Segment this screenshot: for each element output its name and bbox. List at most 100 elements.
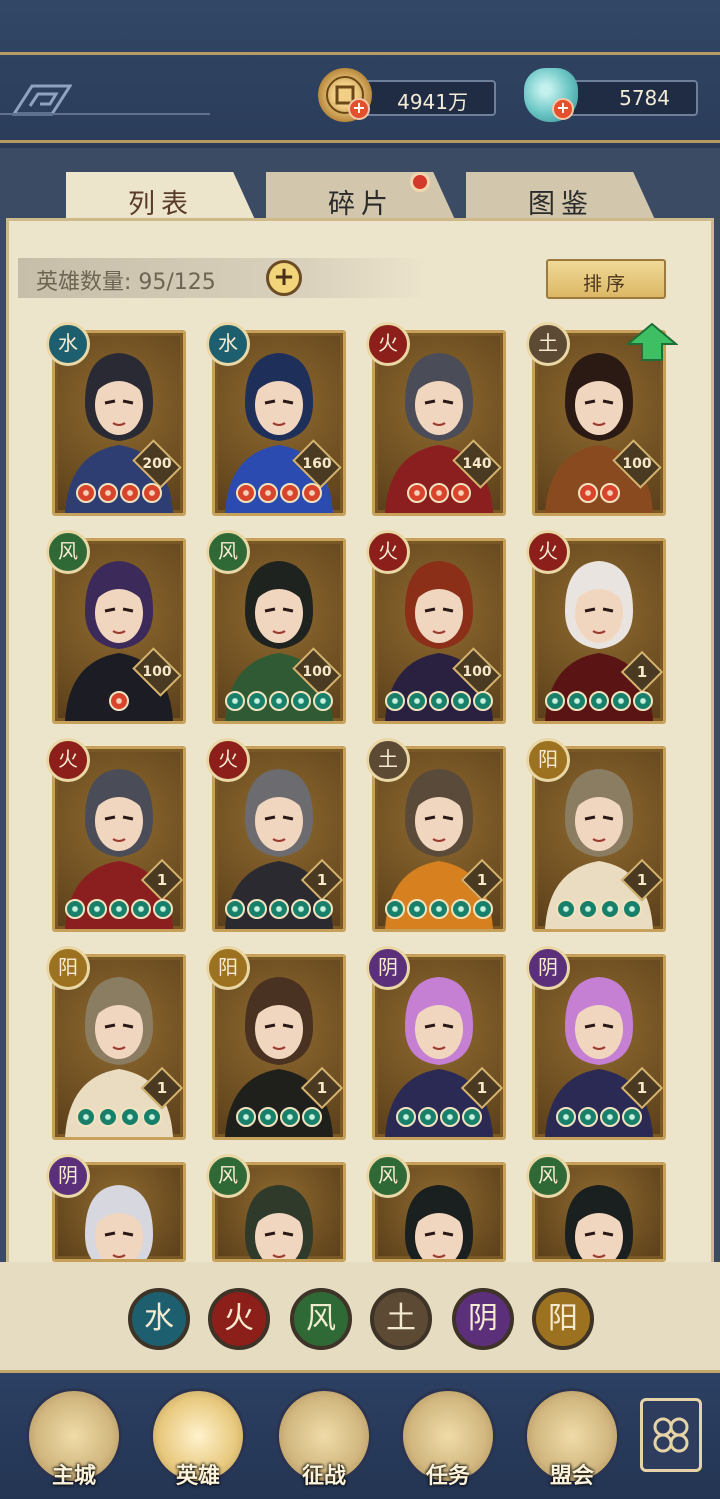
star-icon — [98, 1107, 118, 1127]
element-badge-icon: 火 — [46, 738, 90, 782]
hero-stars — [375, 1107, 503, 1133]
nav-label: 征战 — [301, 1464, 346, 1489]
hero-stars — [215, 691, 343, 717]
star-icon — [225, 691, 245, 711]
tab-list[interactable]: 列表 — [66, 172, 256, 222]
add-coins-button[interactable]: + — [348, 98, 370, 120]
star-icon — [302, 1107, 322, 1127]
element-badge-icon: 风 — [46, 530, 90, 574]
star-icon — [142, 1107, 162, 1127]
element-filter-bar — [0, 1262, 720, 1370]
star-icon — [98, 483, 118, 503]
element-badge-icon: 风 — [526, 1154, 570, 1198]
hero-level: 1 — [636, 1079, 648, 1097]
star-icon — [622, 899, 642, 919]
element-badge-icon: 风 — [366, 1154, 410, 1198]
add-jade-button[interactable]: + — [552, 98, 574, 120]
star-icon — [451, 899, 471, 919]
top-divider-lower — [0, 140, 720, 143]
star-icon — [236, 483, 256, 503]
filter-0-button[interactable]: 水 — [128, 1288, 190, 1350]
filter-3-button[interactable]: 土 — [370, 1288, 432, 1350]
star-icon — [407, 483, 427, 503]
star-icon — [269, 691, 289, 711]
star-icon — [65, 899, 85, 919]
star-icon — [258, 1107, 278, 1127]
hero-stars — [55, 1107, 183, 1133]
hero-level: 1 — [636, 663, 648, 681]
hero-level: 100 — [142, 664, 172, 680]
star-icon — [407, 899, 427, 919]
hero-level: 100 — [462, 664, 492, 680]
hero-level: 200 — [142, 456, 172, 472]
star-icon — [473, 691, 493, 711]
filter-2-button[interactable]: 风 — [290, 1288, 352, 1350]
tab-collection[interactable]: 图鉴 — [466, 172, 656, 222]
menu-grid-icon[interactable] — [640, 1398, 702, 1472]
filter-5-button[interactable]: 阳 — [532, 1288, 594, 1350]
element-badge-icon: 阴 — [46, 1154, 90, 1198]
star-icon — [302, 483, 322, 503]
star-icon — [396, 1107, 416, 1127]
star-icon — [578, 483, 598, 503]
star-icon — [247, 691, 267, 711]
element-badge-icon: 火 — [526, 530, 570, 574]
hero-stars — [535, 483, 663, 509]
hero-level: 100 — [302, 664, 332, 680]
star-icon — [120, 483, 140, 503]
star-icon — [429, 483, 449, 503]
notification-dot — [410, 172, 430, 192]
star-icon — [142, 483, 162, 503]
hero-level: 1 — [476, 871, 488, 889]
filter-4-button[interactable]: 阴 — [452, 1288, 514, 1350]
add-hero-slots-button[interactable]: + — [266, 260, 302, 296]
sort-button[interactable]: 排序 — [546, 259, 666, 299]
star-icon — [545, 691, 565, 711]
star-icon — [556, 899, 576, 919]
star-icon — [418, 1107, 438, 1127]
star-icon — [280, 1107, 300, 1127]
star-icon — [611, 691, 631, 711]
upgrade-arrow-icon — [626, 322, 678, 361]
top-bar: 4941万 + 5784 + — [0, 0, 720, 145]
hero-level: 1 — [316, 1079, 328, 1097]
star-icon — [407, 691, 427, 711]
star-icon — [462, 1107, 482, 1127]
star-icon — [622, 1107, 642, 1127]
logo-line — [0, 113, 210, 115]
star-icon — [120, 1107, 140, 1127]
star-icon — [76, 483, 96, 503]
star-icon — [440, 1107, 460, 1127]
element-badge-icon: 火 — [366, 322, 410, 366]
hero-stars — [375, 691, 503, 717]
star-icon — [600, 483, 620, 503]
hero-level: 1 — [316, 871, 328, 889]
star-icon — [87, 899, 107, 919]
star-icon — [291, 691, 311, 711]
hero-count: 英雄数量: 95/125 — [18, 258, 428, 298]
filter-1-button[interactable]: 火 — [208, 1288, 270, 1350]
star-icon — [578, 1107, 598, 1127]
element-badge-icon: 火 — [206, 738, 250, 782]
element-badge-icon: 阴 — [526, 946, 570, 990]
star-icon — [578, 899, 598, 919]
star-icon — [385, 899, 405, 919]
element-badge-icon: 阳 — [46, 946, 90, 990]
element-badge-icon: 风 — [206, 530, 250, 574]
star-icon — [153, 899, 173, 919]
star-icon — [473, 899, 493, 919]
hero-level: 1 — [156, 871, 168, 889]
hero-stars — [535, 1107, 663, 1133]
star-icon — [131, 899, 151, 919]
element-badge-icon: 火 — [366, 530, 410, 574]
element-badge-icon: 水 — [46, 322, 90, 366]
star-icon — [567, 691, 587, 711]
star-icon — [556, 1107, 576, 1127]
hero-level: 1 — [476, 1079, 488, 1097]
hero-stars — [215, 1107, 343, 1133]
element-badge-icon: 水 — [206, 322, 250, 366]
star-icon — [291, 899, 311, 919]
hero-stars — [535, 691, 663, 717]
star-icon — [76, 1107, 96, 1127]
hero-level: 1 — [636, 871, 648, 889]
